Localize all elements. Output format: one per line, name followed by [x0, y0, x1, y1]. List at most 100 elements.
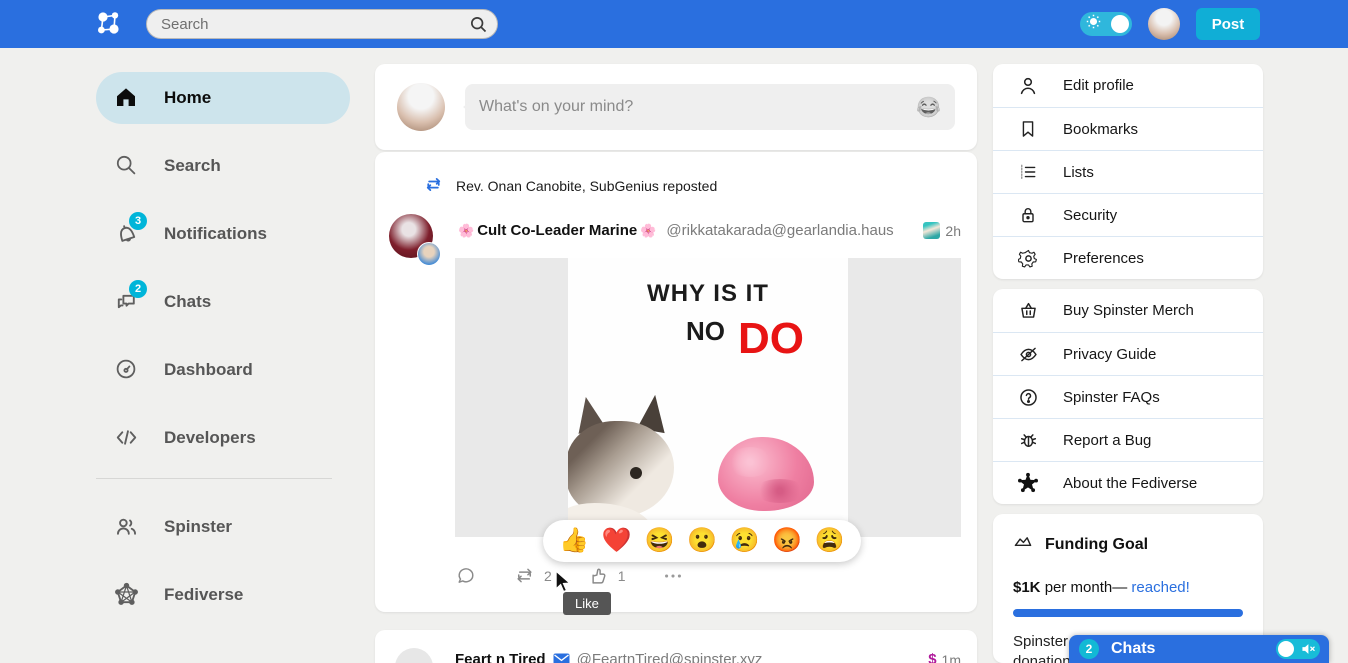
sidebar-label: Search [164, 156, 221, 176]
post-card[interactable]: Rev. Onan Canobite, SubGenius reposted 🌸… [375, 152, 977, 612]
eye-off-icon [1017, 343, 1039, 365]
post-author-handle[interactable]: @rikkatakarada@gearlandia.haus [666, 222, 893, 239]
funding-dash: — [1112, 579, 1131, 596]
chats-panel-bar[interactable]: 2 Chats [1069, 635, 1329, 663]
top-navbar: Post [0, 0, 1348, 48]
info-menu-card: Buy Spinster Merch Privacy Guide Spinste… [993, 289, 1263, 504]
menu-item-report-bug[interactable]: Report a Bug [993, 418, 1263, 461]
fediverse-star-icon [114, 582, 140, 608]
header-search [146, 9, 498, 39]
meme-text-line3: DO [738, 314, 804, 364]
list-icon [1017, 161, 1039, 183]
sidebar-item-search[interactable]: Search [96, 140, 350, 192]
sidebar-label: Notifications [164, 224, 267, 244]
next-post-author-name[interactable]: Feart n Tired [455, 651, 546, 663]
sidebar-divider [96, 478, 332, 479]
person-icon [1017, 75, 1039, 97]
next-post-timestamp[interactable]: 1m [942, 652, 961, 663]
bell-icon: 3 [114, 221, 140, 247]
bookmark-icon [1017, 118, 1039, 140]
compose-card: What's on your mind? 😂 [375, 64, 977, 150]
menu-item-about-fediverse[interactable]: About the Fediverse [993, 461, 1263, 504]
chats-badge: 2 [129, 280, 147, 298]
flower-emoji: 🌸 [640, 223, 656, 239]
like-button[interactable]: 1 [588, 565, 626, 587]
repost-line: Rev. Onan Canobite, SubGenius reposted [375, 152, 977, 198]
fediverse-star-filled-icon [1017, 472, 1039, 494]
header-actions: Post [1080, 0, 1260, 48]
next-post-author-handle[interactable]: @FeartnTired@spinster.xyz [577, 651, 763, 663]
sidebar-item-chats[interactable]: 2 Chats [96, 276, 350, 328]
page: Post Home Search 3 Notifications [0, 0, 1348, 663]
magnifier-icon[interactable] [469, 15, 488, 39]
menu-item-preferences[interactable]: Preferences [993, 236, 1263, 279]
menu-label: Security [1063, 207, 1117, 224]
menu-item-merch[interactable]: Buy Spinster Merch [993, 289, 1263, 332]
reposted-by-text[interactable]: Rev. Onan Canobite, SubGenius reposted [456, 178, 717, 194]
menu-item-bookmarks[interactable]: Bookmarks [993, 107, 1263, 150]
reaction-picker: 👍 ❤️ 😆 😮 😢 😡 😩 [543, 520, 861, 562]
heart-reaction[interactable]: ❤️ [602, 529, 632, 553]
funding-progress-bar [1013, 609, 1243, 617]
sidebar-item-notifications[interactable]: 3 Notifications [96, 208, 350, 260]
theme-toggle[interactable] [1080, 12, 1132, 36]
more-button[interactable] [662, 565, 684, 587]
sidebar-label: Fediverse [164, 585, 243, 605]
menu-label: Bookmarks [1063, 121, 1138, 138]
notifications-badge: 3 [129, 212, 147, 230]
sidebar-label: Chats [164, 292, 211, 312]
sidebar-item-home[interactable]: Home [96, 72, 350, 124]
menu-item-privacy-guide[interactable]: Privacy Guide [993, 332, 1263, 375]
menu-item-lists[interactable]: Lists [993, 150, 1263, 193]
brain-figure [718, 437, 814, 511]
compose-placeholder: What's on your mind? [479, 98, 633, 116]
cry-reaction[interactable]: 😢 [730, 529, 760, 553]
compose-input[interactable]: What's on your mind? 😂 [465, 84, 955, 130]
thumbs-up-reaction[interactable]: 👍 [559, 529, 589, 553]
next-post-card[interactable]: Feart n Tired @FeartnTired@spinster.xyz … [375, 630, 977, 663]
meme-text-line1: WHY IS IT [568, 280, 848, 308]
menu-item-security[interactable]: Security [993, 193, 1263, 236]
post-media[interactable]: WHY IS IT NO DO [455, 258, 961, 537]
reposter-avatar[interactable] [417, 242, 441, 266]
wow-reaction[interactable]: 😮 [687, 529, 717, 553]
sidebar-item-dashboard[interactable]: Dashboard [96, 344, 350, 396]
angry-reaction[interactable]: 😡 [772, 529, 802, 553]
sidebar-item-spinster[interactable]: Spinster [96, 501, 350, 553]
spinster-logo-icon[interactable] [94, 9, 124, 39]
weary-reaction[interactable]: 😩 [815, 529, 845, 553]
funding-reached-link[interactable]: reached! [1131, 579, 1189, 596]
compose-avatar[interactable] [397, 83, 445, 131]
laugh-reaction[interactable]: 😆 [644, 529, 674, 553]
menu-item-faqs[interactable]: Spinster FAQs [993, 375, 1263, 418]
sidebar-item-fediverse[interactable]: Fediverse [96, 569, 350, 621]
sidebar-label: Developers [164, 428, 256, 448]
repost-count: 2 [544, 568, 552, 584]
repost-icon [423, 174, 444, 198]
emoji-picker-icon[interactable]: 😂 [916, 95, 941, 120]
repost-button[interactable]: 2 [513, 564, 552, 587]
donor-badge: $ [928, 651, 936, 663]
next-post-avatar[interactable] [395, 648, 433, 663]
post-timestamp[interactable]: 2h [945, 223, 961, 239]
chats-label: Chats [1111, 640, 1155, 658]
chat-sound-toggle[interactable] [1276, 639, 1320, 659]
post-author-name[interactable]: Cult Co-Leader Marine [477, 222, 637, 239]
sun-icon [1086, 14, 1101, 34]
meme-image: WHY IS IT NO DO [568, 258, 848, 537]
comment-button[interactable] [455, 565, 477, 587]
profile-avatar[interactable] [1148, 8, 1180, 40]
post-button[interactable]: Post [1196, 8, 1260, 40]
search-icon [114, 153, 140, 179]
envelope-icon [553, 653, 570, 663]
sidebar-item-developers[interactable]: Developers [96, 412, 350, 464]
home-icon [114, 85, 140, 111]
cat-figure [568, 395, 686, 537]
people-icon [114, 514, 140, 540]
menu-item-edit-profile[interactable]: Edit profile [993, 64, 1263, 107]
chat-bubbles-icon: 2 [114, 289, 140, 315]
menu-label: Preferences [1063, 250, 1144, 267]
search-input[interactable] [146, 9, 498, 39]
menu-label: Spinster FAQs [1063, 389, 1160, 406]
funding-amount: $1K [1013, 579, 1041, 596]
